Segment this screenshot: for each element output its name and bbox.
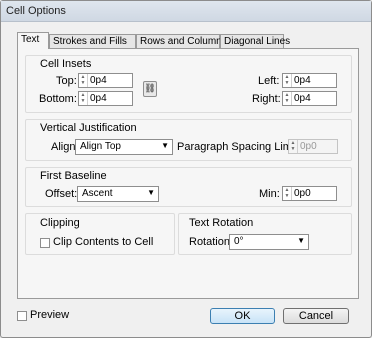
top-inset-field[interactable]: ▲ ▼ 0p4 (78, 73, 133, 88)
ok-button[interactable]: OK (210, 308, 275, 324)
cell-options-dialog: Cell Options Text Strokes and Fills Rows… (0, 0, 372, 338)
tab-diagonal-lines[interactable]: Diagonal Lines (220, 34, 290, 48)
bottom-inset-label: Bottom: (39, 93, 77, 105)
cell-insets-title: Cell Insets (40, 58, 92, 70)
vertical-justification-group: Vertical Justification Align: Align Top … (25, 119, 352, 161)
bottom-inset-stepper-icon[interactable]: ▲ ▼ (79, 92, 88, 105)
min-stepper-icon[interactable]: ▲ ▼ (283, 187, 292, 200)
right-inset-field[interactable]: ▲ ▼ 0p4 (282, 91, 337, 106)
tab-text[interactable]: Text (17, 32, 49, 49)
cancel-button[interactable]: Cancel (283, 308, 349, 324)
tab-rows-and-columns[interactable]: Rows and Columns (136, 34, 227, 48)
paragraph-spacing-limit-field[interactable]: ▲ ▼ 0p0 (288, 139, 338, 154)
preview-label: Preview (30, 309, 70, 321)
chevron-down-icon: ▼ (297, 236, 305, 245)
offset-label: Offset: (45, 188, 78, 200)
text-rotation-title: Text Rotation (189, 217, 254, 229)
left-inset-label: Left: (258, 75, 280, 87)
rotation-label: Rotation: (189, 236, 234, 248)
align-dropdown[interactable]: Align Top ▼ (75, 139, 173, 155)
paragraph-spacing-limit-label: Paragraph Spacing Limit: (177, 141, 301, 153)
cell-insets-group: Cell Insets Top: ▲ ▼ 0p4 Bottom: ▲ ▼ 0p4 ⛓… (25, 55, 352, 113)
tab-strokes-and-fills[interactable]: Strokes and Fills (49, 34, 136, 48)
min-field[interactable]: ▲ ▼ 0p0 (282, 186, 337, 201)
clipping-group: Clipping Clip Contents to Cell (25, 213, 175, 255)
vertical-justification-title: Vertical Justification (40, 122, 137, 134)
rotation-dropdown[interactable]: 0° ▼ (229, 234, 309, 250)
paragraph-spacing-stepper-icon[interactable]: ▲ ▼ (289, 140, 298, 153)
first-baseline-title: First Baseline (40, 170, 107, 182)
first-baseline-group: First Baseline Offset: Ascent ▼ Min: ▲ ▼ … (25, 167, 352, 207)
dialog-title: Cell Options (1, 1, 371, 22)
chain-link-icon[interactable]: ⛓ (143, 81, 157, 97)
chevron-down-icon: ▼ (147, 188, 155, 197)
clip-contents-label: Clip Contents to Cell (53, 236, 154, 248)
top-inset-label: Top: (56, 75, 77, 87)
offset-dropdown[interactable]: Ascent ▼ (77, 186, 159, 202)
clipping-title: Clipping (40, 217, 80, 229)
chevron-down-icon: ▼ (161, 141, 169, 150)
text-rotation-group: Text Rotation Rotation: 0° ▼ (178, 213, 352, 255)
clip-contents-checkbox[interactable] (40, 238, 50, 248)
preview-checkbox[interactable] (17, 311, 27, 321)
top-inset-stepper-icon[interactable]: ▲ ▼ (79, 74, 88, 87)
right-inset-stepper-icon[interactable]: ▲ ▼ (283, 92, 292, 105)
left-inset-stepper-icon[interactable]: ▲ ▼ (283, 74, 292, 87)
bottom-inset-field[interactable]: ▲ ▼ 0p4 (78, 91, 133, 106)
min-label: Min: (259, 188, 280, 200)
left-inset-field[interactable]: ▲ ▼ 0p4 (282, 73, 337, 88)
text-tab-panel: Cell Insets Top: ▲ ▼ 0p4 Bottom: ▲ ▼ 0p4 ⛓… (17, 48, 359, 299)
right-inset-label: Right: (252, 93, 281, 105)
